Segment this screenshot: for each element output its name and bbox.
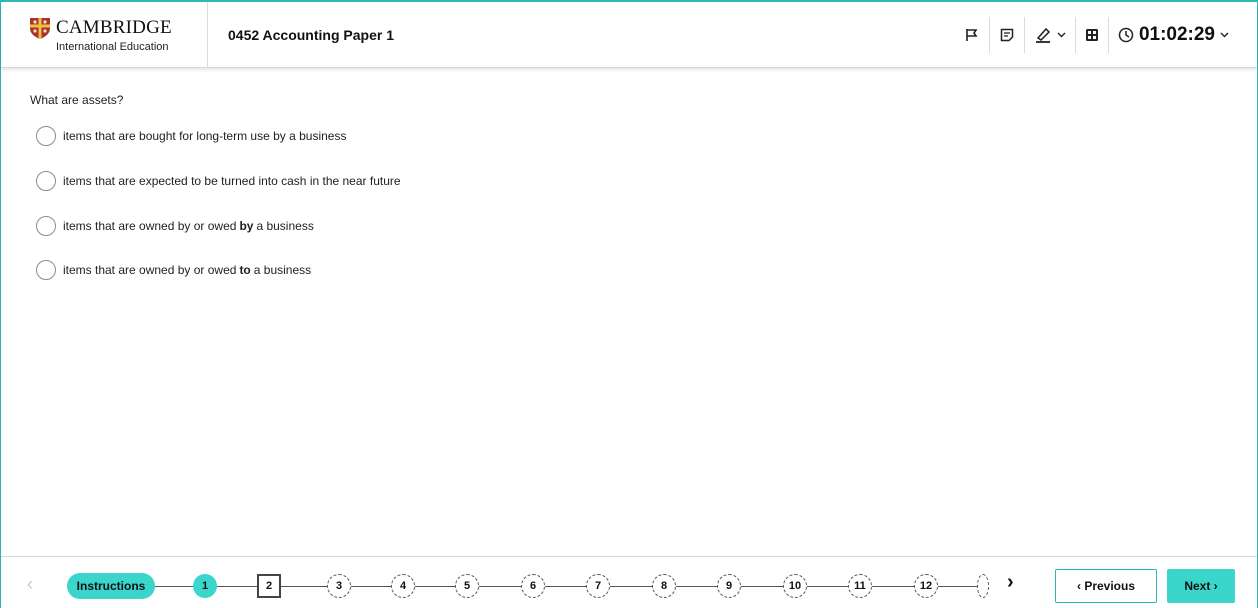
next-button[interactable]: Next › (1167, 569, 1235, 603)
toolbar: 01:02:29 (955, 2, 1257, 68)
answer-option-c[interactable]: items that are owned by or owed by a bus… (36, 216, 314, 236)
app-frame (0, 0, 1258, 608)
question-nav-9[interactable]: 9 (717, 574, 741, 598)
calculator-button[interactable] (1074, 16, 1108, 53)
flag-button[interactable] (955, 17, 989, 53)
option-text: items that are owned by or owed (63, 263, 237, 277)
highlighter-icon (1035, 27, 1050, 43)
header: CAMBRIDGE International Education 0452 A… (1, 1, 1257, 68)
logo-sub-text: International Education (56, 41, 169, 53)
clock-icon (1118, 27, 1134, 42)
chevron-down-icon (1220, 32, 1229, 37)
question-nav-4[interactable]: 4 (391, 574, 415, 598)
radio-button[interactable] (36, 216, 56, 236)
question-nav-2[interactable]: 2 (257, 574, 281, 598)
question-nav-10[interactable]: 10 (783, 574, 807, 598)
radio-button[interactable] (36, 171, 56, 191)
question-prompt: What are assets? (30, 93, 124, 107)
question-nav-11[interactable]: 11 (848, 574, 872, 598)
instructions-button[interactable]: Instructions (67, 573, 155, 599)
chevron-right-icon[interactable]: › (1007, 571, 1014, 594)
question-nav-12[interactable]: 12 (914, 574, 938, 598)
answer-option-a[interactable]: items that are bought for long-term use … (36, 126, 346, 146)
option-text-end: a business (253, 263, 312, 277)
question-nav-3[interactable]: 3 (327, 574, 351, 598)
chevron-left-icon[interactable]: ‹ (27, 574, 33, 595)
question-nav-7[interactable]: 7 (586, 574, 610, 598)
timer-button[interactable]: 01:02:29 (1107, 16, 1257, 53)
option-text: items that are owned by or owed (63, 219, 237, 233)
question-nav-1[interactable]: 1 (193, 574, 217, 598)
notes-icon (1000, 28, 1014, 41)
answer-option-d[interactable]: items that are owned by or owed to a bus… (36, 260, 311, 280)
option-text: items that are bought for long-term use … (63, 129, 347, 143)
radio-button[interactable] (36, 260, 56, 280)
paper-title: 0452 Accounting Paper 1 (228, 26, 394, 43)
logo-main-text: CAMBRIDGE (56, 17, 172, 38)
answer-option-b[interactable]: items that are expected to be turned int… (36, 171, 401, 191)
previous-button[interactable]: ‹ Previous (1055, 569, 1157, 603)
question-nav-5[interactable]: 5 (455, 574, 479, 598)
flag-icon (966, 28, 978, 41)
option-emphasis: by (239, 219, 254, 233)
radio-button[interactable] (36, 126, 56, 146)
question-nav-13[interactable] (977, 574, 989, 598)
question-nav-6[interactable]: 6 (521, 574, 545, 598)
calculator-icon (1085, 28, 1098, 41)
option-emphasis: to (239, 263, 251, 277)
option-text: items that are expected to be turned int… (63, 174, 401, 188)
cambridge-logo: CAMBRIDGE International Education (1, 1, 208, 68)
option-text-end: a business (256, 219, 314, 233)
shield-icon (30, 18, 50, 39)
question-navigator: ‹ Instructions 1 2 3 4 5 6 7 8 9 10 11 1… (1, 556, 1257, 608)
highlighter-button[interactable] (1023, 16, 1075, 53)
notes-button[interactable] (988, 16, 1024, 53)
question-nav-8[interactable]: 8 (652, 574, 676, 598)
chevron-down-icon (1057, 32, 1066, 37)
timer-display: 01:02:29 (1138, 23, 1215, 45)
